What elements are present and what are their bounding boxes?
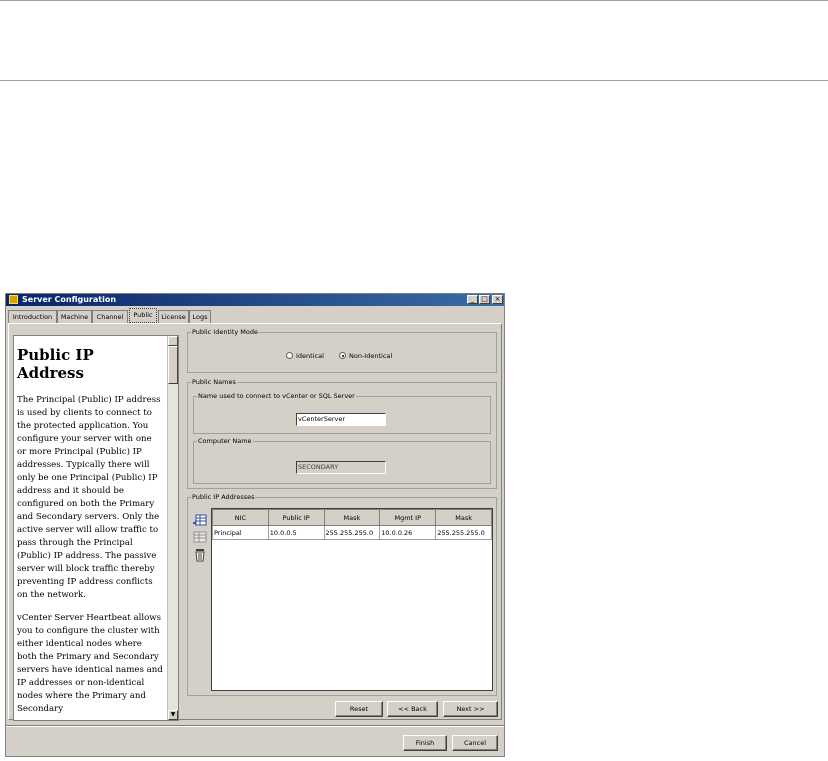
tab-logs[interactable]: Logs bbox=[189, 310, 211, 323]
group-label: Computer Name bbox=[197, 436, 253, 446]
ip-table: NIC Public IP Mask Mgmt IP Mask Principa… bbox=[212, 509, 492, 540]
group-label: Public Names bbox=[191, 377, 237, 387]
table-header-row: NIC Public IP Mask Mgmt IP Mask bbox=[212, 509, 492, 526]
title-bar[interactable]: Server Configuration _ □ × bbox=[6, 294, 504, 306]
column-header-mask[interactable]: Mask bbox=[323, 509, 381, 526]
help-paragraph: vCenter Server Heartbeat allows you to c… bbox=[17, 613, 163, 714]
non-identical-label: Non-Identical bbox=[349, 352, 393, 360]
table-row[interactable]: Principal 10.0.0.5 255.255.255.0 10.0.0.… bbox=[212, 525, 492, 540]
group-label: Name used to connect to vCenter or SQL S… bbox=[197, 391, 356, 401]
column-header-nic[interactable]: NIC bbox=[212, 509, 269, 526]
minimize-button[interactable]: _ bbox=[467, 295, 478, 304]
vcenter-name-field[interactable]: vCenterServer bbox=[296, 413, 386, 426]
scroll-thumb[interactable] bbox=[168, 346, 178, 384]
top-rule bbox=[0, 0, 828, 1]
header-rule bbox=[0, 80, 828, 81]
tab-machine[interactable]: Machine bbox=[57, 310, 92, 323]
help-text: Public IP Address The Principal (Public)… bbox=[14, 336, 166, 720]
mgmt-mask-cell[interactable]: 255.255.255.0 bbox=[435, 525, 492, 540]
identical-radio[interactable]: Identical bbox=[286, 351, 324, 361]
public-ip-table[interactable]: NIC Public IP Mask Mgmt IP Mask Principa… bbox=[211, 508, 493, 691]
finish-button[interactable]: Finish bbox=[403, 735, 447, 751]
group-label: Public Identity Mode bbox=[191, 327, 259, 337]
nic-cell[interactable]: Principal bbox=[212, 525, 269, 540]
add-row-icon[interactable] bbox=[192, 511, 207, 526]
app-icon bbox=[9, 295, 18, 304]
trash-icon[interactable] bbox=[192, 546, 206, 562]
next-button[interactable]: Next >> bbox=[443, 701, 498, 717]
help-paragraph: The Principal (Public) IP address is use… bbox=[17, 395, 161, 600]
edit-row-icon[interactable] bbox=[192, 528, 207, 543]
help-scrollbar[interactable]: ▼ bbox=[167, 336, 178, 720]
tab-license[interactable]: License bbox=[158, 310, 189, 323]
scroll-up-button[interactable] bbox=[168, 336, 178, 346]
help-pane: Public IP Address The Principal (Public)… bbox=[13, 335, 179, 721]
mask-cell[interactable]: 255.255.255.0 bbox=[323, 525, 381, 540]
help-heading: Public IP Address bbox=[17, 346, 94, 382]
tab-public[interactable]: Public bbox=[129, 308, 157, 323]
maximize-button[interactable]: □ bbox=[479, 295, 490, 304]
scroll-down-button[interactable]: ▼ bbox=[168, 710, 178, 720]
identical-label: Identical bbox=[296, 352, 324, 360]
reset-button[interactable]: Reset bbox=[335, 701, 383, 717]
computer-name-field: SECONDARY bbox=[296, 461, 386, 474]
window-title: Server Configuration bbox=[22, 295, 117, 304]
column-header-public-ip[interactable]: Public IP bbox=[267, 509, 325, 526]
close-button[interactable]: × bbox=[492, 295, 503, 304]
group-label: Public IP Addresses bbox=[191, 492, 256, 502]
non-identical-radio[interactable]: Non-Identical bbox=[339, 351, 392, 361]
radio-off-icon bbox=[286, 352, 293, 359]
back-button[interactable]: << Back bbox=[387, 701, 438, 717]
cancel-button[interactable]: Cancel bbox=[452, 735, 498, 751]
tab-introduction[interactable]: Introduction bbox=[8, 310, 57, 323]
footer-separator-highlight bbox=[6, 726, 504, 727]
column-header-mgmt-ip[interactable]: Mgmt IP bbox=[379, 509, 437, 526]
public-ip-cell[interactable]: 10.0.0.5 bbox=[267, 525, 325, 540]
column-header-mask-2[interactable]: Mask bbox=[435, 509, 492, 526]
radio-on-icon bbox=[339, 352, 346, 359]
mgmt-ip-cell[interactable]: 10.0.0.26 bbox=[379, 525, 437, 540]
tab-channel[interactable]: Channel bbox=[92, 310, 128, 323]
